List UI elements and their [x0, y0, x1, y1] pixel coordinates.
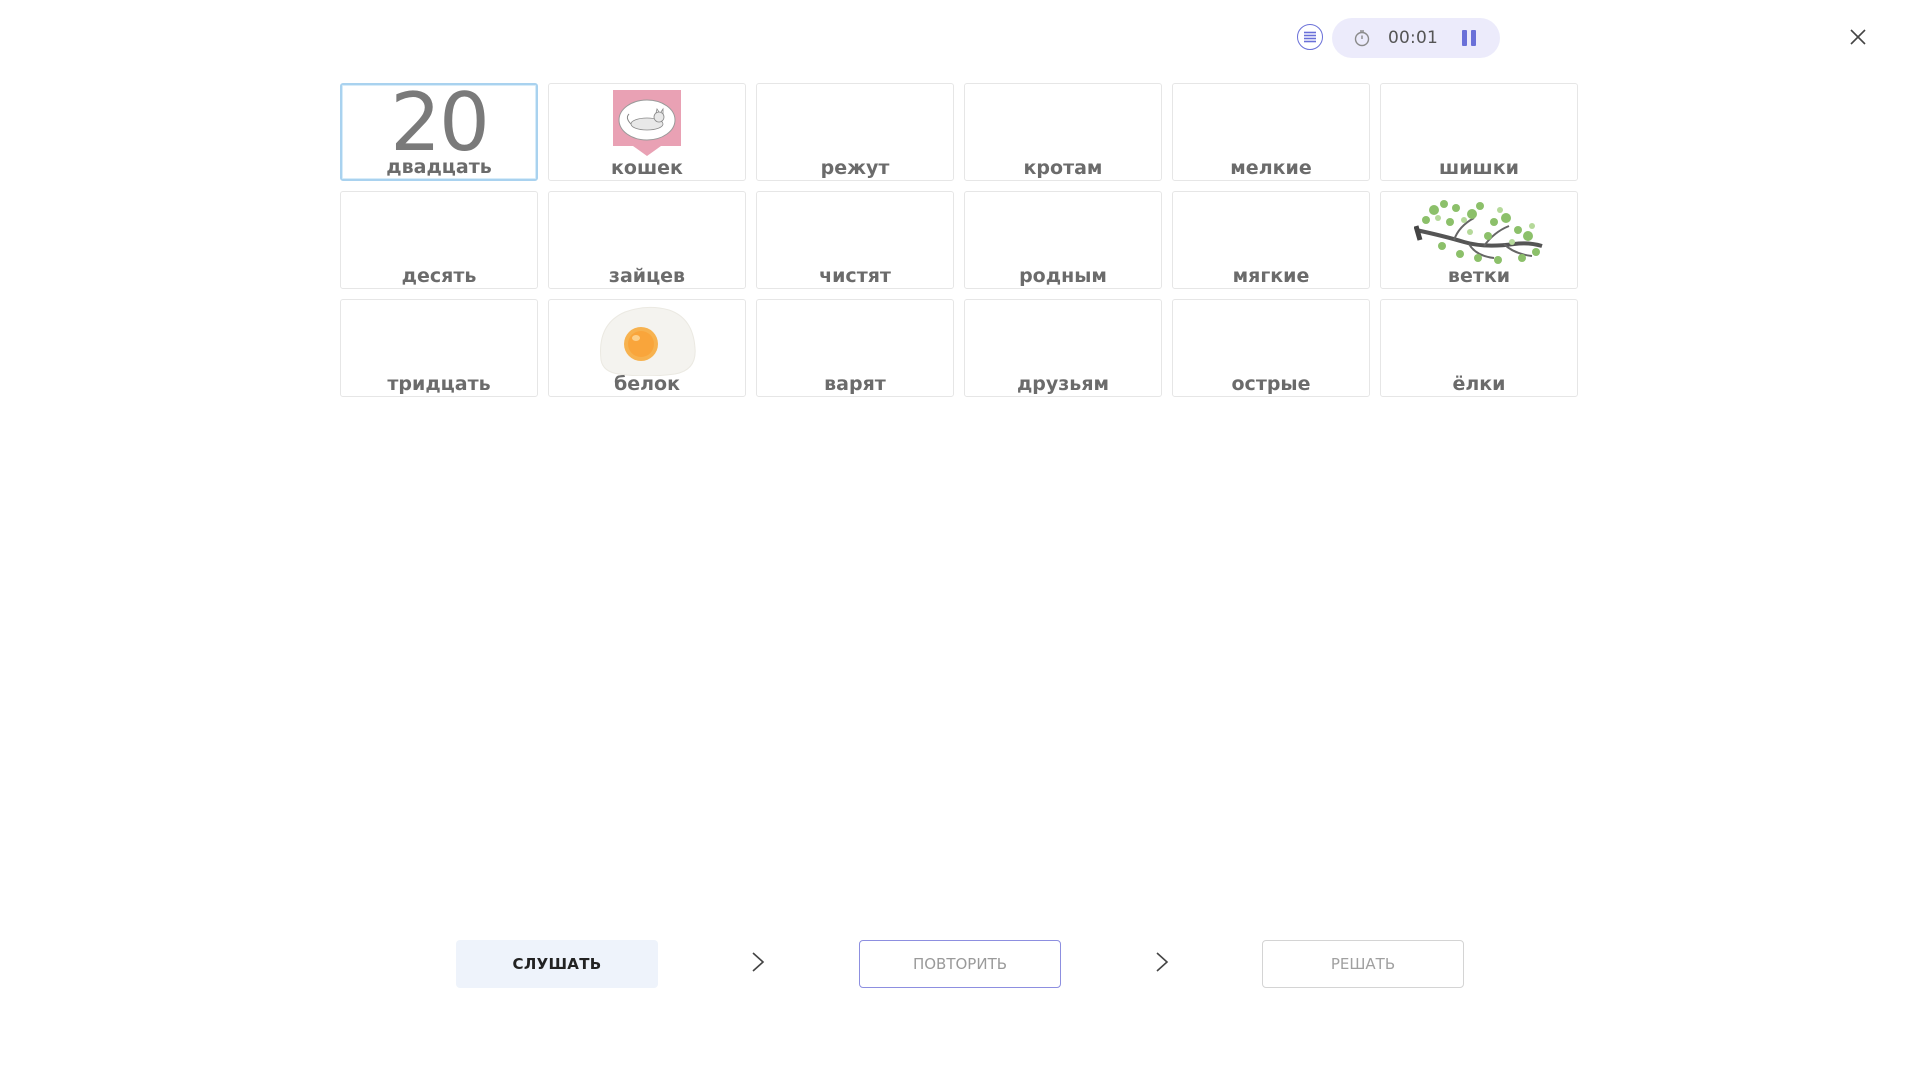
word-card[interactable]: десять — [340, 191, 538, 289]
word-card[interactable]: ёлки — [1380, 299, 1578, 397]
tree-branch-image — [1381, 196, 1577, 268]
word-card[interactable]: мелкие — [1172, 83, 1370, 181]
list-icon[interactable] — [1297, 24, 1323, 50]
card-label: друзьям — [1016, 373, 1110, 395]
card-label: белок — [613, 373, 681, 395]
card-label: кошек — [611, 157, 683, 179]
card-label: варят — [824, 373, 886, 395]
word-card[interactable]: режут — [756, 83, 954, 181]
cat-sticker-image — [549, 88, 745, 156]
timer-value: 00:01 — [1388, 28, 1438, 48]
word-card[interactable]: острые — [1172, 299, 1370, 397]
close-icon[interactable] — [1845, 24, 1871, 50]
card-label: десять — [401, 265, 477, 287]
card-label: чистят — [819, 265, 891, 287]
word-card[interactable]: тридцать — [340, 299, 538, 397]
card-label: ёлки — [1452, 373, 1506, 395]
chevron-right-icon — [750, 950, 766, 974]
word-grid: 20 двадцать кошек режут кротам мелкие ши… — [340, 83, 1578, 397]
timer-pill: 00:01 — [1332, 18, 1500, 58]
word-card[interactable]: белок — [548, 299, 746, 397]
card-label: тридцать — [387, 373, 491, 395]
card-label: мягкие — [1232, 265, 1310, 287]
stopwatch-icon — [1352, 28, 1372, 48]
word-card[interactable]: кротам — [964, 83, 1162, 181]
card-label: мелкие — [1230, 157, 1312, 179]
card-label: острые — [1231, 373, 1311, 395]
word-card[interactable]: мягкие — [1172, 191, 1370, 289]
card-label: родным — [1019, 265, 1107, 287]
number-image: 20 — [390, 83, 490, 169]
repeat-button[interactable]: ПОВТОРИТЬ — [859, 940, 1061, 988]
word-card[interactable]: ветки — [1380, 191, 1578, 289]
card-label: ветки — [1447, 265, 1511, 287]
pause-icon[interactable] — [1460, 29, 1478, 47]
word-card[interactable]: варят — [756, 299, 954, 397]
word-card[interactable]: зайцев — [548, 191, 746, 289]
word-card[interactable]: друзьям — [964, 299, 1162, 397]
word-card[interactable]: чистят — [756, 191, 954, 289]
word-card[interactable]: 20 двадцать — [340, 83, 538, 181]
card-label: двадцать — [386, 156, 492, 178]
word-card[interactable]: кошек — [548, 83, 746, 181]
word-card[interactable]: родным — [964, 191, 1162, 289]
card-label: кротам — [1023, 157, 1103, 179]
card-label: шишки — [1439, 157, 1519, 179]
chevron-right-icon — [1154, 950, 1170, 974]
card-label: зайцев — [608, 265, 686, 287]
solve-button[interactable]: РЕШАТЬ — [1262, 940, 1464, 988]
fried-egg-image — [549, 304, 745, 376]
word-card[interactable]: шишки — [1380, 83, 1578, 181]
card-label: режут — [820, 157, 890, 179]
listen-button[interactable]: СЛУШАТЬ — [456, 940, 658, 988]
